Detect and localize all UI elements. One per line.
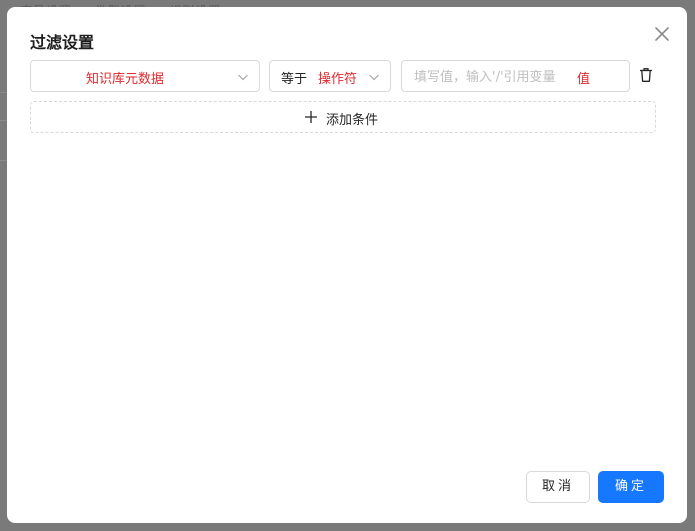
add-condition-label: 添加条件 (326, 113, 379, 128)
operator-select[interactable]: 等于 操作符 (269, 60, 391, 92)
value-annotation: 值 (577, 72, 591, 87)
trash-icon[interactable] (639, 67, 653, 83)
chevron-down-icon (238, 74, 248, 81)
confirm-button[interactable]: 确定 (598, 471, 664, 503)
plus-icon (305, 111, 317, 123)
field-select-placeholder: 知识库元数据 (85, 72, 164, 87)
add-condition-button[interactable]: 添加条件 (30, 101, 656, 133)
operator-annotation: 操作符 (318, 72, 358, 87)
cancel-button[interactable]: 取消 (526, 471, 590, 503)
condition-row: 知识库元数据 等于 操作符 值 (30, 60, 652, 92)
chevron-down-icon (369, 74, 379, 81)
field-select[interactable]: 知识库元数据 (30, 60, 260, 92)
close-icon[interactable] (653, 25, 671, 43)
value-input[interactable] (412, 67, 576, 87)
operator-value: 等于 (281, 72, 308, 87)
dialog-title: 过滤设置 (30, 33, 95, 52)
filter-settings-dialog: 过滤设置 知识库元数据 等于 操作符 值 (7, 7, 687, 523)
value-field[interactable]: 值 (401, 60, 630, 92)
